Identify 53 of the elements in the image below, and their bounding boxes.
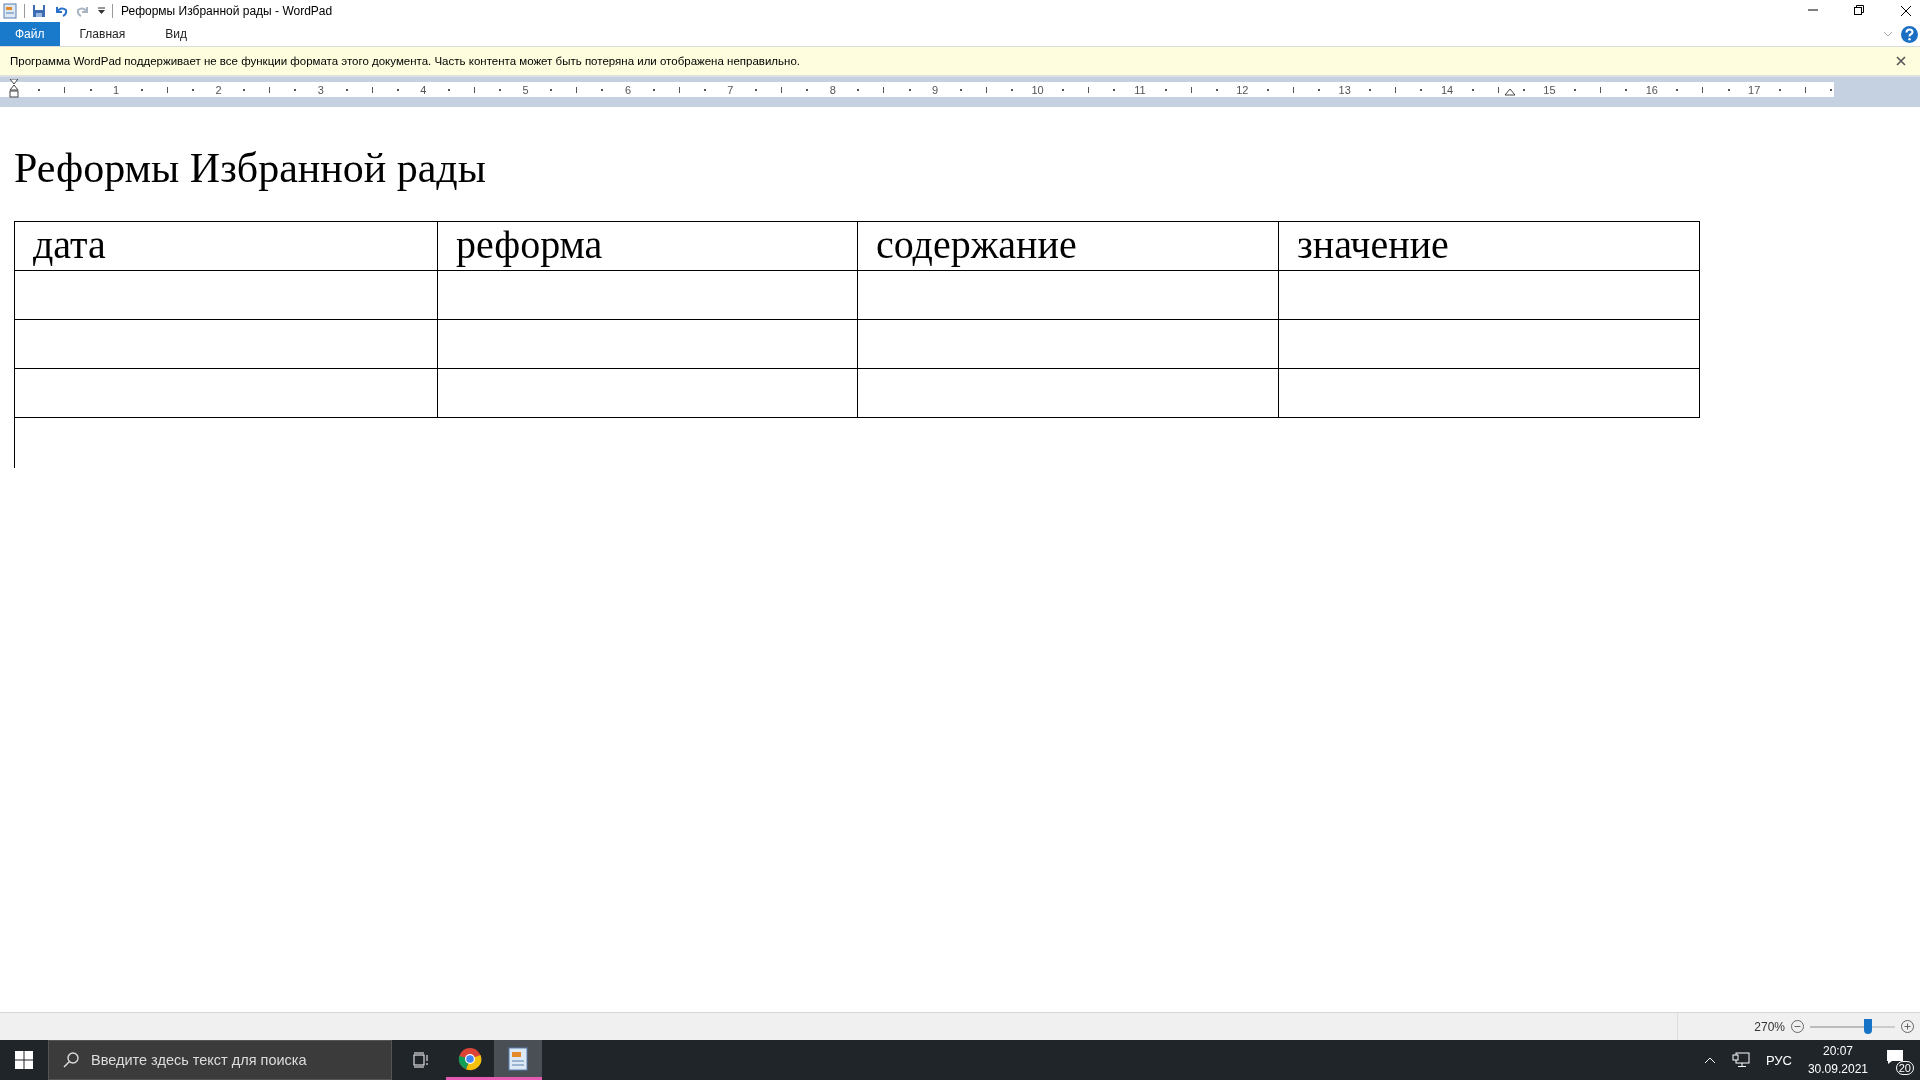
notification-icon[interactable] — [1886, 1049, 1904, 1065]
table-header-cell: дата — [15, 222, 438, 271]
table-header-cell: значение — [1279, 222, 1700, 271]
file-menu-button[interactable]: Файл — [0, 22, 60, 46]
document-app-icon[interactable] — [507, 1046, 529, 1071]
network-icon[interactable] — [1731, 1052, 1750, 1068]
indent-marker-icon[interactable] — [9, 79, 19, 99]
info-bar-message: Программа WordPad поддерживает не все функции формата этого документа. Часть контента может быть потеряна или отображена неправильно. — [10, 55, 801, 67]
help-icon[interactable] — [1901, 25, 1918, 43]
ruler-number: 6 — [624, 83, 633, 96]
taskbar-app-button[interactable] — [494, 1040, 542, 1080]
clock-date[interactable]: 30.09.2021 — [1807, 1060, 1868, 1078]
right-indent-marker-icon[interactable] — [1504, 88, 1516, 96]
ruler-number: 10 — [1030, 83, 1045, 96]
close-icon[interactable] — [1896, 56, 1906, 66]
zoom-out-icon[interactable] — [1791, 1020, 1804, 1033]
ribbon-tab[interactable]: Главная — [59, 27, 146, 41]
language-indicator[interactable]: РУС — [1765, 1052, 1792, 1068]
taskbar-search-field[interactable]: Введите здесь текст для поиска — [48, 1040, 392, 1080]
table-header-cell: реформа — [438, 222, 858, 271]
ribbon-tab[interactable]: Вид — [145, 27, 207, 41]
ruler-number: 17 — [1747, 83, 1762, 96]
ruler-number: 2 — [214, 83, 223, 96]
windows-logo-icon[interactable] — [15, 1051, 33, 1069]
ruler-number: 5 — [521, 83, 530, 96]
ruler-number: 15 — [1542, 83, 1557, 96]
browser-icon[interactable] — [458, 1046, 482, 1071]
clock-time[interactable]: 20:07 — [1822, 1042, 1853, 1060]
ruler-number: 7 — [726, 83, 735, 96]
ruler-number: 13 — [1337, 83, 1352, 96]
close-icon[interactable] — [1900, 5, 1912, 17]
zoom-in-icon[interactable] — [1901, 1020, 1914, 1033]
table-header-cell: содержание — [858, 222, 1279, 271]
search-icon — [63, 1052, 79, 1068]
show-hidden-icons-icon[interactable] — [1703, 1056, 1716, 1064]
ruler-number: 8 — [828, 83, 837, 96]
ruler-number: 11 — [1133, 83, 1147, 96]
window-title: Реформы Избранной рады - WordPad — [121, 4, 333, 18]
ruler-number: 3 — [316, 83, 325, 96]
zoom-level: 270% — [1754, 1019, 1785, 1034]
dropdown-caret-icon[interactable] — [97, 6, 106, 16]
ruler-number: 9 — [931, 83, 940, 96]
restore-icon[interactable] — [1854, 5, 1864, 15]
ruler-number: 12 — [1235, 83, 1250, 96]
save-icon[interactable] — [31, 3, 47, 19]
ruler-number: 16 — [1644, 83, 1659, 96]
ruler-number: 4 — [419, 83, 428, 96]
ruler-number: 14 — [1439, 83, 1455, 96]
document-heading: Реформы Избранной рады — [14, 144, 486, 193]
notification-count: 20 — [1895, 1061, 1914, 1075]
ruler-number: 1 — [112, 83, 121, 96]
zoom-slider-thumb[interactable] — [1863, 1018, 1872, 1034]
task-view-icon[interactable] — [413, 1052, 429, 1068]
